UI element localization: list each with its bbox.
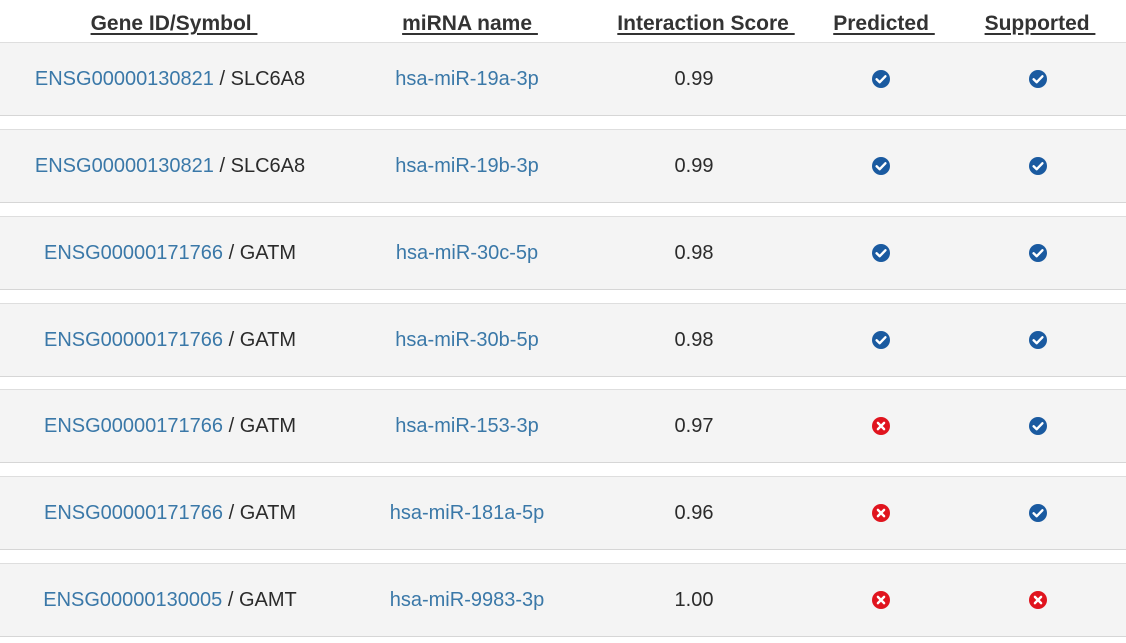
interaction-score: 0.99 bbox=[674, 155, 714, 177]
supported-check-icon bbox=[1029, 70, 1047, 88]
gene-id-link[interactable]: ENSG00000171766 bbox=[44, 415, 223, 437]
gene-cell: ENSG00000130005 / GAMT bbox=[43, 564, 297, 636]
gene-id-link[interactable]: ENSG00000171766 bbox=[44, 242, 223, 264]
gene-cell: ENSG00000130821 / SLC6A8 bbox=[35, 43, 305, 115]
gene-symbol: GAMT bbox=[238, 589, 297, 611]
supported-cross-icon bbox=[1029, 591, 1047, 609]
supported-check-icon bbox=[1029, 331, 1047, 349]
predicted-cross-icon bbox=[872, 417, 890, 435]
gene-symbol: SLC6A8 bbox=[230, 68, 306, 90]
predicted-check-icon bbox=[872, 331, 890, 349]
table-row: ENSG00000171766 / GATM hsa-miR-30b-5p 0.98 bbox=[0, 303, 1126, 377]
gene-symbol: GATM bbox=[239, 242, 297, 264]
supported-check-icon bbox=[1029, 244, 1047, 262]
supported-check-icon bbox=[1029, 504, 1047, 522]
mirna-link[interactable]: hsa-miR-19b-3p bbox=[395, 130, 538, 202]
table-row: ENSG00000171766 / GATM hsa-miR-153-3p 0.97 bbox=[0, 389, 1126, 463]
gene-separator: / bbox=[223, 242, 240, 264]
interaction-score: 0.99 bbox=[674, 68, 714, 90]
gene-separator: / bbox=[223, 502, 240, 524]
gene-symbol: GATM bbox=[239, 329, 297, 351]
gene-id-link[interactable]: ENSG00000130821 bbox=[35, 155, 214, 177]
table-header: Gene ID/Symbol miRNA name Interaction Sc… bbox=[0, 0, 1126, 41]
mirna-link[interactable]: hsa-miR-9983-3p bbox=[390, 564, 545, 636]
gene-separator: / bbox=[222, 589, 239, 611]
gene-symbol: GATM bbox=[239, 502, 297, 524]
gene-symbol: SLC6A8 bbox=[230, 155, 306, 177]
interaction-table: Gene ID/Symbol miRNA name Interaction Sc… bbox=[0, 0, 1126, 643]
interaction-score: 0.97 bbox=[674, 415, 714, 437]
interaction-score: 0.98 bbox=[674, 329, 714, 351]
gene-cell: ENSG00000171766 / GATM bbox=[44, 390, 296, 462]
gene-separator: / bbox=[213, 68, 231, 90]
gene-cell: ENSG00000171766 / GATM bbox=[44, 304, 296, 376]
mirna-link[interactable]: hsa-miR-30c-5p bbox=[396, 217, 538, 289]
gene-cell: ENSG00000130821 / SLC6A8 bbox=[35, 130, 305, 202]
predicted-check-icon bbox=[872, 70, 890, 88]
interaction-score: 0.96 bbox=[674, 502, 714, 524]
column-header-mirna[interactable]: miRNA name bbox=[402, 12, 538, 36]
supported-check-icon bbox=[1029, 417, 1047, 435]
interaction-score: 1.00 bbox=[674, 589, 714, 611]
gene-separator: / bbox=[223, 329, 240, 351]
column-header-score[interactable]: Interaction Score bbox=[617, 12, 794, 36]
table-row: ENSG00000171766 / GATM hsa-miR-30c-5p 0.98 bbox=[0, 216, 1126, 290]
gene-separator: / bbox=[213, 155, 231, 177]
mirna-link[interactable]: hsa-miR-19a-3p bbox=[395, 43, 538, 115]
column-header-supported[interactable]: Supported bbox=[985, 12, 1096, 36]
supported-check-icon bbox=[1029, 157, 1047, 175]
gene-cell: ENSG00000171766 / GATM bbox=[44, 477, 296, 549]
table-row: ENSG00000171766 / GATM hsa-miR-181a-5p 0.9… bbox=[0, 476, 1126, 550]
mirna-link[interactable]: hsa-miR-153-3p bbox=[395, 390, 538, 462]
column-header-gene[interactable]: Gene ID/Symbol bbox=[91, 12, 258, 36]
predicted-check-icon bbox=[872, 157, 890, 175]
table-row: ENSG00000130005 / GAMT hsa-miR-9983-3p 1.0… bbox=[0, 563, 1126, 637]
mirna-link[interactable]: hsa-miR-181a-5p bbox=[390, 477, 545, 549]
gene-separator: / bbox=[223, 415, 240, 437]
gene-id-link[interactable]: ENSG00000130005 bbox=[43, 589, 222, 611]
table-row: ENSG00000130821 / SLC6A8 hsa-miR-19b-3p 0.… bbox=[0, 129, 1126, 203]
table-row: ENSG00000130821 / SLC6A8 hsa-miR-19a-3p 0.… bbox=[0, 42, 1126, 116]
mirna-link[interactable]: hsa-miR-30b-5p bbox=[395, 304, 538, 376]
gene-id-link[interactable]: ENSG00000171766 bbox=[44, 502, 223, 524]
interaction-score: 0.98 bbox=[674, 242, 714, 264]
predicted-cross-icon bbox=[872, 591, 890, 609]
gene-id-link[interactable]: ENSG00000130821 bbox=[35, 68, 214, 90]
gene-symbol: GATM bbox=[239, 415, 297, 437]
column-header-predicted[interactable]: Predicted bbox=[833, 12, 935, 36]
predicted-cross-icon bbox=[872, 504, 890, 522]
gene-cell: ENSG00000171766 / GATM bbox=[44, 217, 296, 289]
predicted-check-icon bbox=[872, 244, 890, 262]
gene-id-link[interactable]: ENSG00000171766 bbox=[44, 329, 223, 351]
